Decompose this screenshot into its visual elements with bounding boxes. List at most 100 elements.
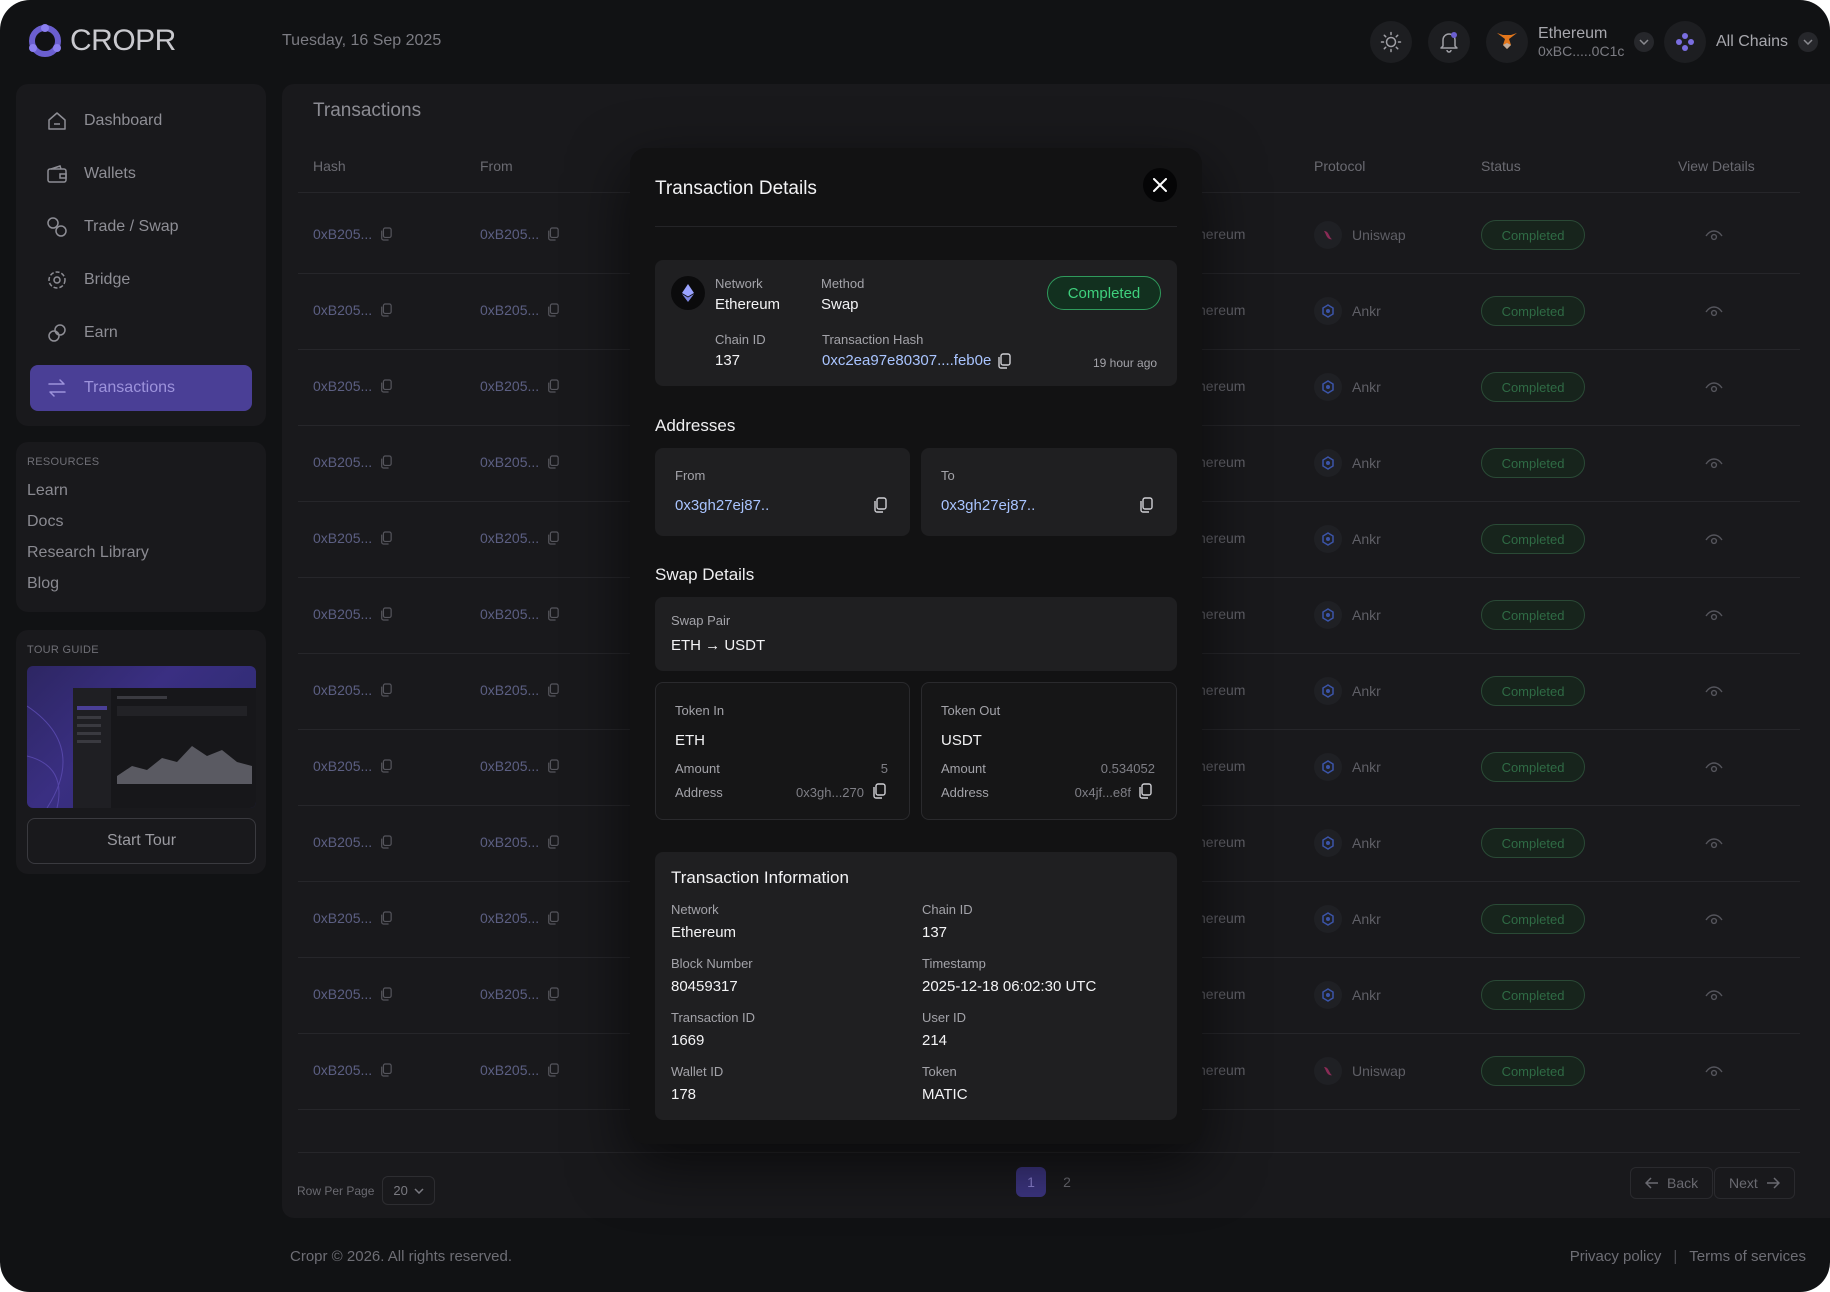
chevron-down-icon bbox=[414, 1187, 424, 1194]
rows-per-page-select[interactable]: 20 bbox=[382, 1176, 435, 1205]
copy-icon[interactable] bbox=[547, 227, 559, 241]
page-1-button[interactable]: 1 bbox=[1016, 1167, 1046, 1197]
copy-icon[interactable] bbox=[1138, 783, 1152, 799]
copy-icon[interactable] bbox=[380, 227, 392, 241]
copy-icon[interactable] bbox=[380, 379, 392, 393]
tx-from-cell[interactable]: 0xB205... bbox=[480, 834, 559, 850]
start-tour-button[interactable]: Start Tour bbox=[27, 818, 256, 864]
from-address[interactable]: 0x3gh27ej87.. bbox=[675, 497, 769, 514]
page-2-button[interactable]: 2 bbox=[1052, 1167, 1082, 1197]
tx-hash-cell[interactable]: 0xB205... bbox=[313, 986, 392, 1002]
notifications-button[interactable] bbox=[1428, 21, 1470, 63]
tx-hash-value[interactable]: 0xc2ea97e80307....feb0e bbox=[822, 352, 991, 369]
copy-icon[interactable] bbox=[380, 911, 392, 925]
copy-icon[interactable] bbox=[380, 1063, 392, 1077]
tx-from-cell[interactable]: 0xB205... bbox=[480, 1062, 559, 1078]
tx-hash-cell[interactable]: 0xB205... bbox=[313, 1062, 392, 1078]
terms-link[interactable]: Terms of services bbox=[1689, 1248, 1806, 1265]
copy-icon[interactable] bbox=[380, 759, 392, 773]
copy-icon[interactable] bbox=[380, 987, 392, 1001]
token-in-symbol: ETH bbox=[675, 732, 705, 749]
chevron-down-icon[interactable] bbox=[1798, 32, 1819, 52]
view-details-button[interactable] bbox=[1705, 457, 1723, 475]
privacy-policy-link[interactable]: Privacy policy bbox=[1570, 1248, 1662, 1265]
copy-icon[interactable] bbox=[380, 455, 392, 469]
resource-link-blog[interactable]: Blog bbox=[27, 575, 59, 593]
view-details-button[interactable] bbox=[1705, 837, 1723, 855]
tx-from-cell[interactable]: 0xB205... bbox=[480, 530, 559, 546]
tx-from-cell[interactable]: 0xB205... bbox=[480, 986, 559, 1002]
resource-link-learn[interactable]: Learn bbox=[27, 482, 68, 500]
sidebar-item-trade-swap[interactable]: Trade / Swap bbox=[30, 204, 252, 250]
wallet-selector[interactable]: Ethereum 0xBC.....0C1c bbox=[1486, 21, 1655, 63]
copy-icon[interactable] bbox=[873, 497, 887, 513]
copy-icon[interactable] bbox=[547, 759, 559, 773]
to-address[interactable]: 0x3gh27ej87.. bbox=[941, 497, 1035, 514]
theme-toggle-button[interactable] bbox=[1370, 21, 1412, 63]
copy-icon[interactable] bbox=[547, 835, 559, 849]
tx-from-cell[interactable]: 0xB205... bbox=[480, 910, 559, 926]
tx-hash-cell[interactable]: 0xB205... bbox=[313, 758, 392, 774]
tx-hash-cell[interactable]: 0xB205... bbox=[313, 378, 392, 394]
copy-icon[interactable] bbox=[547, 303, 559, 317]
view-details-button[interactable] bbox=[1705, 913, 1723, 931]
ankr-icon bbox=[1322, 988, 1334, 1002]
resource-link-docs[interactable]: Docs bbox=[27, 513, 63, 531]
view-details-button[interactable] bbox=[1705, 1065, 1723, 1083]
copy-icon[interactable] bbox=[380, 303, 392, 317]
copy-icon[interactable] bbox=[547, 683, 559, 697]
sidebar-item-earn[interactable]: Earn bbox=[30, 310, 252, 356]
copy-icon[interactable] bbox=[872, 783, 886, 799]
transaction-info-title: Transaction Information bbox=[671, 868, 849, 887]
resource-link-research-library[interactable]: Research Library bbox=[27, 544, 149, 562]
copy-icon[interactable] bbox=[547, 607, 559, 621]
tx-hash-cell[interactable]: 0xB205... bbox=[313, 682, 392, 698]
view-details-button[interactable] bbox=[1705, 609, 1723, 627]
copy-icon[interactable] bbox=[547, 911, 559, 925]
tx-from-cell[interactable]: 0xB205... bbox=[480, 758, 559, 774]
view-details-button[interactable] bbox=[1705, 533, 1723, 551]
copy-icon[interactable] bbox=[997, 353, 1011, 369]
copy-icon[interactable] bbox=[380, 607, 392, 621]
copy-icon[interactable] bbox=[380, 683, 392, 697]
tx-hash-cell[interactable]: 0xB205... bbox=[313, 530, 392, 546]
tx-from-cell[interactable]: 0xB205... bbox=[480, 226, 559, 242]
next-button[interactable]: Next bbox=[1714, 1167, 1795, 1199]
sidebar-item-wallets[interactable]: Wallets bbox=[30, 151, 252, 197]
tx-hash-cell[interactable]: 0xB205... bbox=[313, 834, 392, 850]
copy-icon[interactable] bbox=[547, 455, 559, 469]
tx-hash-cell[interactable]: 0xB205... bbox=[313, 454, 392, 470]
tx-hash-cell[interactable]: 0xB205... bbox=[313, 606, 392, 622]
sidebar-item-transactions[interactable]: Transactions bbox=[30, 365, 252, 411]
copy-icon[interactable] bbox=[380, 835, 392, 849]
tx-hash-cell[interactable]: 0xB205... bbox=[313, 226, 392, 242]
chain-selector[interactable]: All Chains bbox=[1664, 21, 1819, 63]
tx-protocol-text: Ankr bbox=[1352, 911, 1381, 927]
copy-icon[interactable] bbox=[547, 379, 559, 393]
tx-from-cell[interactable]: 0xB205... bbox=[480, 454, 559, 470]
tx-protocol-cell: Ankr bbox=[1314, 525, 1381, 553]
close-button[interactable] bbox=[1143, 168, 1177, 202]
copy-icon[interactable] bbox=[380, 531, 392, 545]
tx-hash-cell[interactable]: 0xB205... bbox=[313, 302, 392, 318]
copy-icon[interactable] bbox=[1139, 497, 1153, 513]
brand-logo[interactable]: CROPR bbox=[28, 24, 176, 58]
copy-icon[interactable] bbox=[547, 531, 559, 545]
back-button[interactable]: Back bbox=[1630, 1167, 1714, 1199]
tx-from-cell[interactable]: 0xB205... bbox=[480, 606, 559, 622]
view-details-button[interactable] bbox=[1705, 685, 1723, 703]
tx-from-cell[interactable]: 0xB205... bbox=[480, 682, 559, 698]
tx-from-cell[interactable]: 0xB205... bbox=[480, 378, 559, 394]
view-details-button[interactable] bbox=[1705, 381, 1723, 399]
copy-icon[interactable] bbox=[547, 1063, 559, 1077]
view-details-button[interactable] bbox=[1705, 761, 1723, 779]
sidebar-item-bridge[interactable]: Bridge bbox=[30, 257, 252, 303]
view-details-button[interactable] bbox=[1705, 305, 1723, 323]
tx-from-cell[interactable]: 0xB205... bbox=[480, 302, 559, 318]
sidebar-item-dashboard[interactable]: Dashboard bbox=[30, 98, 252, 144]
chevron-down-icon[interactable] bbox=[1634, 32, 1655, 52]
tx-hash-cell[interactable]: 0xB205... bbox=[313, 910, 392, 926]
view-details-button[interactable] bbox=[1705, 229, 1723, 247]
copy-icon[interactable] bbox=[547, 987, 559, 1001]
view-details-button[interactable] bbox=[1705, 989, 1723, 1007]
